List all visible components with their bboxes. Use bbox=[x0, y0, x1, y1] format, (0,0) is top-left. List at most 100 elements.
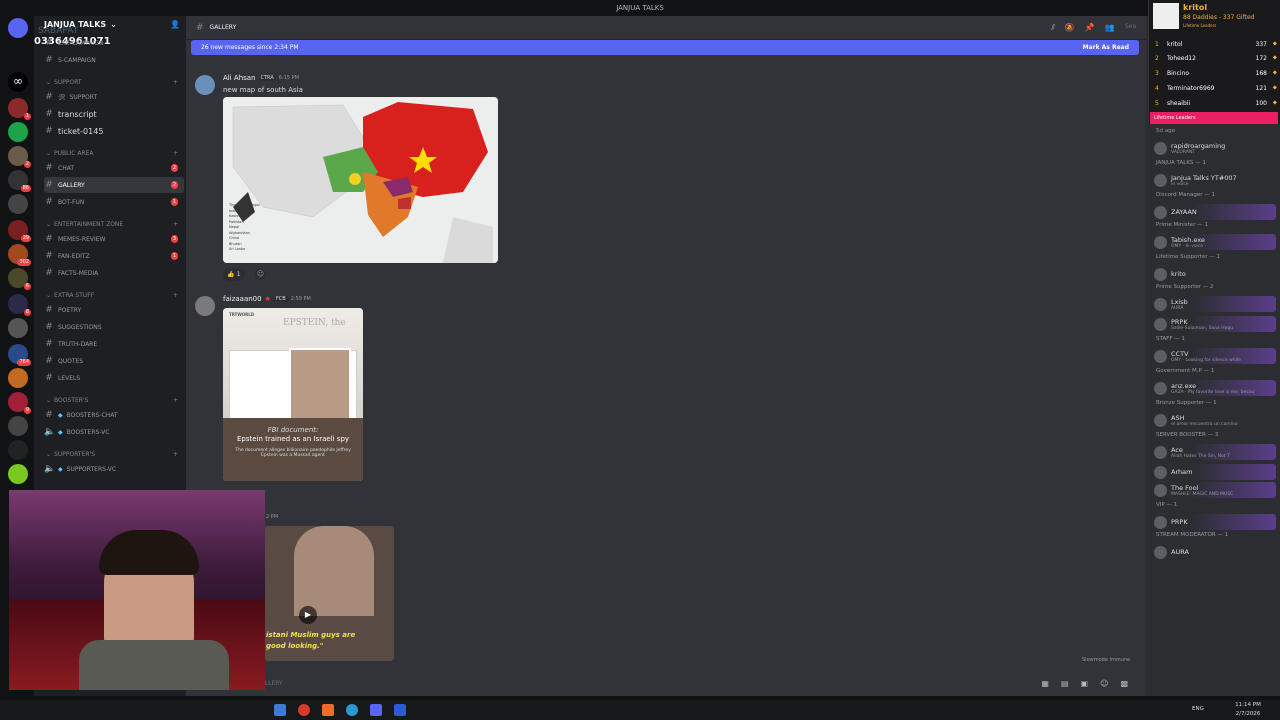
channel-boosters-vc[interactable]: 🔈 ◆ BOOSTERS-VC bbox=[44, 424, 184, 440]
channel-fan-editz[interactable]: # FAN-EDITZ 1 bbox=[44, 248, 184, 264]
channel-facts-media[interactable]: # FACTS-MEDIA bbox=[44, 265, 184, 281]
channel-s-campaign[interactable]: # s-campaign bbox=[44, 52, 184, 68]
channel-truth-dare[interactable]: # TRUTH-DARE bbox=[44, 336, 184, 352]
brave-icon[interactable] bbox=[322, 704, 334, 716]
message-author[interactable]: 2 PM bbox=[266, 514, 278, 520]
clock[interactable]: 11:14 PM 2/7/2026 bbox=[1222, 701, 1274, 719]
message-author[interactable]: faizaaan00 ★ FCB 2:59 PM bbox=[223, 295, 311, 303]
category-entertainment[interactable]: ⌄ ENTERTAINMENT ZONE + bbox=[46, 221, 178, 228]
member-item[interactable]: anz.exe GAZA · My favorite love is me, be… bbox=[1154, 380, 1276, 396]
server-icon[interactable] bbox=[8, 440, 28, 460]
video-attachment[interactable]: ▶ istani Muslim guys are good looking." bbox=[264, 526, 394, 661]
member-item[interactable]: CCTV OMY · Looking for silence while bbox=[1154, 348, 1276, 364]
avatar bbox=[1154, 297, 1167, 311]
mark-as-read-button[interactable]: Mark As Read bbox=[1083, 44, 1129, 51]
server-icon[interactable]: 1 bbox=[8, 98, 31, 120]
member-item[interactable]: Arham bbox=[1154, 464, 1276, 480]
server-icon[interactable] bbox=[8, 194, 28, 214]
server-icon[interactable]: 86 bbox=[8, 170, 31, 192]
avatar[interactable] bbox=[195, 296, 215, 316]
infinity-server-icon[interactable]: ∞ bbox=[8, 72, 28, 92]
news-brand: TRTWORLD bbox=[229, 312, 255, 317]
server-icon[interactable] bbox=[8, 416, 28, 436]
channel-chat[interactable]: # CHAT 2 bbox=[44, 160, 184, 176]
channel-ticket[interactable]: # ticket-0145 bbox=[44, 123, 184, 139]
channel-boosters-chat[interactable]: # ◆ BOOSTERS-CHAT bbox=[44, 407, 184, 423]
avatar[interactable] bbox=[195, 75, 215, 95]
channel-memes-review[interactable]: # MEMES-REVIEW 3 bbox=[44, 231, 184, 247]
record-icon[interactable] bbox=[298, 704, 310, 716]
play-icon[interactable]: ▶ bbox=[299, 606, 317, 624]
leaderboard-footer: Lifetime Leaders bbox=[1150, 112, 1278, 124]
server-icon[interactable]: 8 bbox=[8, 294, 31, 316]
explorer-icon[interactable] bbox=[274, 704, 286, 716]
language-indicator[interactable]: ENG bbox=[1192, 706, 1204, 712]
channel-quotes[interactable]: # QUOTES bbox=[44, 353, 184, 369]
server-icon[interactable]: 6 bbox=[8, 268, 31, 290]
message-author[interactable]: Ali Ahsan CTRA 6:15 PM bbox=[223, 74, 299, 82]
server-icon[interactable]: 764 bbox=[8, 344, 31, 366]
channel-bot-fun[interactable]: # BOT-FUN 1 bbox=[44, 194, 184, 210]
home-server-icon[interactable] bbox=[8, 18, 28, 38]
channel-gallery[interactable]: # GALLERY 2 bbox=[44, 177, 184, 193]
apps-icon[interactable]: ▩ bbox=[1120, 679, 1128, 688]
edge-icon[interactable] bbox=[346, 704, 358, 716]
channel-support[interactable]: # 🛠 SUPPORT bbox=[44, 89, 184, 105]
member-item[interactable]: Tabish.exe OMY · In voice bbox=[1154, 234, 1276, 250]
diamond-icon: ◆ bbox=[58, 411, 63, 419]
server-icon[interactable]: 2 bbox=[8, 146, 31, 168]
server-icon[interactable] bbox=[8, 368, 28, 388]
gif-icon[interactable]: ▤ bbox=[1061, 679, 1069, 688]
channel-transcript[interactable]: # transcript bbox=[44, 106, 184, 122]
emoji-icon[interactable]: ☺ bbox=[1100, 679, 1108, 688]
members-icon[interactable]: 👥 bbox=[1105, 23, 1115, 33]
member-item[interactable]: krito bbox=[1154, 266, 1276, 282]
member-item[interactable]: AURA bbox=[1154, 544, 1276, 560]
discord-icon[interactable] bbox=[370, 704, 382, 716]
member-item[interactable]: ASH el amor encuentra un camino bbox=[1154, 412, 1276, 428]
news-bg-text: EPSTEIN, the bbox=[283, 318, 346, 328]
category-public-area[interactable]: ⌄ PUBLIC AREA + bbox=[46, 150, 178, 157]
pin-icon[interactable]: 📌 bbox=[1085, 23, 1095, 33]
new-messages-bar[interactable]: 26 new messages since 2:34 PM Mark As Re… bbox=[191, 40, 1139, 55]
gift-icon[interactable]: ▦ bbox=[1041, 679, 1049, 688]
reaction-thumbs-up[interactable]: 👍 1 bbox=[223, 268, 245, 281]
category-support[interactable]: ⌄ SUPPORT + bbox=[46, 79, 178, 86]
server-icon[interactable] bbox=[8, 464, 28, 484]
search-input[interactable]: Sea bbox=[1125, 23, 1136, 33]
member-item[interactable]: PRPK Sallie-Sulaiman, Sana Hagu bbox=[1154, 316, 1276, 332]
category-extra-stuff[interactable]: ⌄ EXTRA STUFF + bbox=[46, 292, 178, 299]
server-icon[interactable] bbox=[8, 122, 28, 142]
mute-icon[interactable]: 🔕 bbox=[1065, 23, 1075, 33]
channel-suggestions[interactable]: # SUGGESTIONS bbox=[44, 319, 184, 335]
hash-icon: # bbox=[45, 109, 53, 119]
channel-poetry[interactable]: # POETRY bbox=[44, 302, 184, 318]
member-item[interactable]: ZAYAAN bbox=[1154, 204, 1276, 220]
member-item[interactable]: Lxisb AURA bbox=[1154, 296, 1276, 312]
category-supporters[interactable]: ⌄ SUPPORTER's + bbox=[46, 451, 178, 458]
member-item[interactable]: PRPK bbox=[1154, 514, 1276, 530]
news-image[interactable]: TRTWORLD EPSTEIN, the FBI document: Epst… bbox=[223, 308, 363, 481]
server-icon[interactable]: 302 bbox=[8, 244, 31, 266]
channel-exe-campaign[interactable]: # exe-campaign bbox=[44, 35, 184, 51]
channel-supporters-vc[interactable]: 🔈 ◆ SUPPORTERS-VC bbox=[44, 461, 184, 477]
add-member-icon[interactable]: 👤 bbox=[170, 20, 180, 29]
member-item[interactable]: Ace Allah Hates The Sin, Not T bbox=[1154, 444, 1276, 460]
threads-icon[interactable]: ⫽ bbox=[1051, 23, 1055, 33]
message-input[interactable]: GALLERY ▦ ▤ ▣ ☺ ▩ bbox=[256, 673, 1136, 693]
map-image[interactable]: The Great Bengal India Kashmir Pakistan … bbox=[223, 97, 498, 263]
member-item[interactable]: rapidroargaming VALORANT bbox=[1154, 140, 1276, 156]
app-icon[interactable] bbox=[394, 704, 406, 716]
hash-icon: # bbox=[196, 22, 204, 33]
speaker-icon: 🔈 bbox=[44, 464, 56, 474]
category-boosters[interactable]: ⌄ BOOSTER's + bbox=[46, 397, 178, 404]
member-item[interactable]: The Fool MASHLE: MAGIC AND MUSC bbox=[1154, 482, 1276, 498]
channel-levels[interactable]: # LEVELS bbox=[44, 370, 184, 386]
add-reaction-icon[interactable]: ☺ bbox=[255, 269, 266, 280]
member-name: PRPK bbox=[1171, 317, 1188, 326]
sticker-icon[interactable]: ▣ bbox=[1081, 679, 1089, 688]
server-icon[interactable] bbox=[8, 318, 28, 338]
member-item[interactable]: Janjua Talks YT#007 In voice bbox=[1154, 172, 1276, 188]
server-icon[interactable]: 29 bbox=[8, 220, 31, 242]
server-icon[interactable]: 9 bbox=[8, 392, 31, 414]
